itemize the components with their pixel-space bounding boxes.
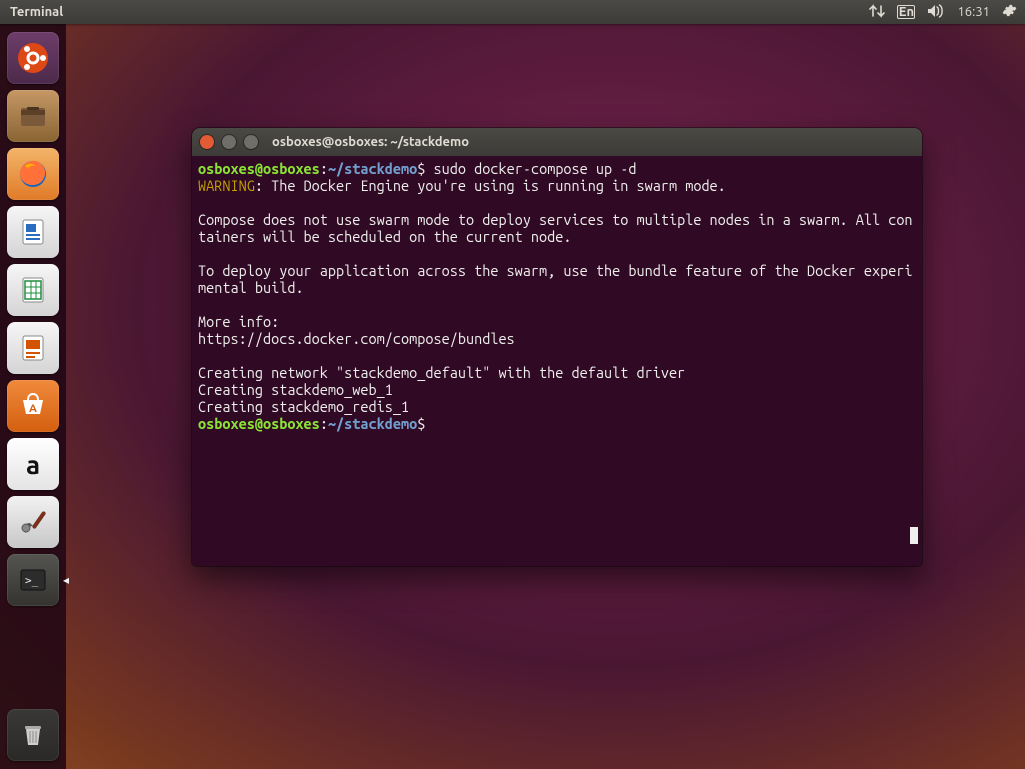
- terminal-titlebar[interactable]: osboxes@osboxes: ~/stackdemo: [192, 128, 922, 156]
- launcher-files[interactable]: [7, 90, 59, 142]
- typed-command: sudo docker-compose up -d: [434, 160, 637, 177]
- terminal-body[interactable]: osboxes@osboxes:~/stackdemo$ sudo docker…: [192, 156, 922, 566]
- terminal-window: osboxes@osboxes: ~/stackdemo osboxes@osb…: [192, 128, 922, 566]
- creating-2: Creating stackdemo_redis_1: [198, 398, 409, 415]
- prompt2-path: ~/stackdemo: [328, 415, 417, 432]
- sound-icon[interactable]: [927, 4, 945, 21]
- term-body2: To deploy your application across the sw…: [198, 262, 913, 296]
- terminal-title: osboxes@osboxes: ~/stackdemo: [272, 135, 469, 149]
- warning-label: WARNING: [198, 177, 255, 194]
- gear-icon[interactable]: [1002, 3, 1017, 21]
- launcher-writer[interactable]: [7, 206, 59, 258]
- prompt-user: osboxes@osboxes: [198, 160, 320, 177]
- svg-text:>_: >_: [25, 574, 39, 587]
- svg-text:A: A: [29, 403, 37, 415]
- more-info-url: https://docs.docker.com/compose/bundles: [198, 330, 515, 347]
- keyboard-layout-indicator[interactable]: En: [897, 5, 915, 19]
- launcher-firefox[interactable]: [7, 148, 59, 200]
- creating-1: Creating stackdemo_web_1: [198, 381, 393, 398]
- launcher-calc[interactable]: [7, 264, 59, 316]
- launcher-impress[interactable]: [7, 322, 59, 374]
- active-app-name: Terminal: [8, 5, 63, 19]
- network-icon[interactable]: [869, 4, 885, 21]
- warning-text: : The Docker Engine you're using is runn…: [255, 177, 726, 194]
- prompt-path: ~/stackdemo: [328, 160, 417, 177]
- window-close-button[interactable]: [200, 135, 214, 149]
- launcher-dash[interactable]: [7, 32, 59, 84]
- launcher-software[interactable]: A: [7, 380, 59, 432]
- term-body1: Compose does not use swarm mode to deplo…: [198, 211, 913, 245]
- launcher-amazon[interactable]: a: [7, 438, 59, 490]
- more-info-label: More info:: [198, 313, 279, 330]
- clock[interactable]: 16:31: [957, 5, 990, 19]
- terminal-cursor: [910, 527, 918, 544]
- prompt-sep: :: [320, 160, 328, 177]
- prompt2-user: osboxes@osboxes: [198, 415, 320, 432]
- launcher-settings[interactable]: [7, 496, 59, 548]
- creating-0: Creating network "stackdemo_default" wit…: [198, 364, 685, 381]
- window-maximize-button[interactable]: [244, 135, 258, 149]
- launcher-trash[interactable]: [7, 709, 59, 761]
- amazon-icon: a: [26, 450, 40, 479]
- top-menubar: Terminal En 16:31: [0, 0, 1025, 24]
- unity-launcher: A a >_: [0, 24, 66, 769]
- launcher-terminal[interactable]: >_: [7, 554, 59, 606]
- system-tray: En 16:31: [869, 3, 1017, 21]
- prompt2-sep: :: [320, 415, 328, 432]
- window-minimize-button[interactable]: [222, 135, 236, 149]
